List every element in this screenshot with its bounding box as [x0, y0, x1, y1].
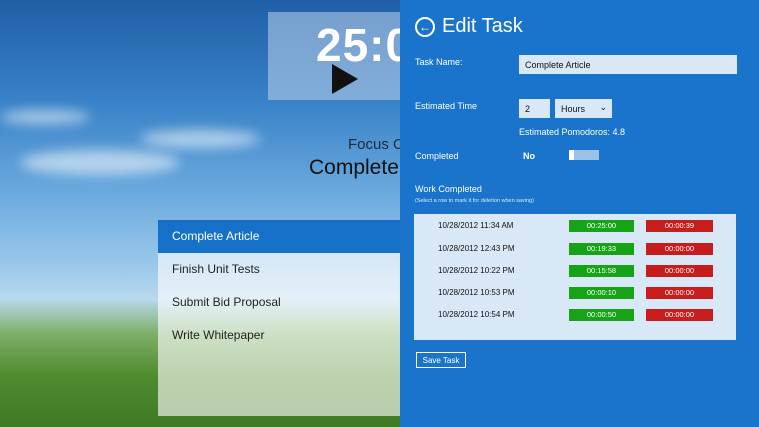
timer-text: 25:0 [316, 19, 413, 71]
cloud [140, 130, 260, 148]
work-completed-hint: (Select a row to mark it for deletion wh… [415, 198, 534, 204]
task-name-label: Task Name: [415, 57, 463, 67]
timer-display: 25:0 [268, 12, 411, 100]
row-date: 10/28/2012 10:22 PM [438, 266, 515, 275]
table-row[interactable]: 10/28/2012 10:53 PM 00:00:10 00:00:00 [414, 282, 736, 304]
time-unit-value: Hours [561, 104, 586, 114]
work-duration-badge: 00:00:10 [569, 287, 634, 299]
row-date: 10/28/2012 10:53 PM [438, 288, 515, 297]
row-date: 10/28/2012 10:54 PM [438, 310, 515, 319]
back-arrow-icon[interactable]: ← [415, 17, 435, 37]
break-duration-badge: 00:00:00 [646, 243, 713, 255]
estimated-pomodoros: Estimated Pomodoros: 4.8 [519, 127, 626, 137]
chevron-down-icon: ⌄ [599, 102, 607, 112]
time-unit-select[interactable]: Hours ⌄ [555, 99, 612, 118]
task-name-input[interactable] [519, 55, 737, 74]
break-duration-badge: 00:00:00 [646, 309, 713, 321]
cloud [20, 150, 180, 175]
task-list-item[interactable]: Complete Article [158, 220, 400, 253]
row-date: 10/28/2012 12:43 PM [438, 244, 515, 253]
table-row[interactable]: 10/28/2012 10:54 PM 00:00:50 00:00:00 [414, 304, 736, 326]
save-task-button[interactable]: Save Task [416, 352, 466, 368]
focus-task-name: Complete [309, 156, 399, 179]
cloud [0, 110, 90, 124]
table-row[interactable]: 10/28/2012 10:22 PM 00:15:58 00:00:00 [414, 260, 736, 282]
table-row[interactable]: 10/28/2012 11:34 AM 00:25:00 00:00:39 [414, 215, 736, 237]
focus-label: Focus O [348, 136, 405, 153]
break-duration-badge: 00:00:00 [646, 265, 713, 277]
task-list-item[interactable]: Submit Bid Proposal [158, 286, 400, 319]
work-duration-badge: 00:19:33 [569, 243, 634, 255]
panel-title: Edit Task [442, 15, 523, 37]
task-list-item[interactable]: Write Whitepaper [158, 319, 400, 352]
completed-label: Completed [415, 151, 459, 161]
task-list: Complete Article Finish Unit Tests Submi… [158, 220, 400, 416]
toggle-knob [569, 150, 574, 160]
table-row[interactable]: 10/28/2012 12:43 PM 00:19:33 00:00:00 [414, 238, 736, 260]
task-list-item[interactable]: Finish Unit Tests [158, 253, 400, 286]
work-duration-badge: 00:15:58 [569, 265, 634, 277]
break-duration-badge: 00:00:39 [646, 220, 713, 232]
completed-value: No [523, 151, 535, 161]
estimated-time-input[interactable] [519, 99, 550, 118]
work-duration-badge: 00:00:50 [569, 309, 634, 321]
completed-toggle[interactable] [569, 150, 599, 160]
row-date: 10/28/2012 11:34 AM [438, 221, 514, 230]
work-duration-badge: 00:25:00 [569, 220, 634, 232]
play-icon[interactable] [332, 64, 358, 94]
break-duration-badge: 00:00:00 [646, 287, 713, 299]
work-completed-label: Work Completed [415, 184, 482, 194]
estimated-time-label: Estimated Time [415, 101, 478, 111]
work-completed-table: 10/28/2012 11:34 AM 00:25:00 00:00:39 10… [414, 214, 736, 340]
